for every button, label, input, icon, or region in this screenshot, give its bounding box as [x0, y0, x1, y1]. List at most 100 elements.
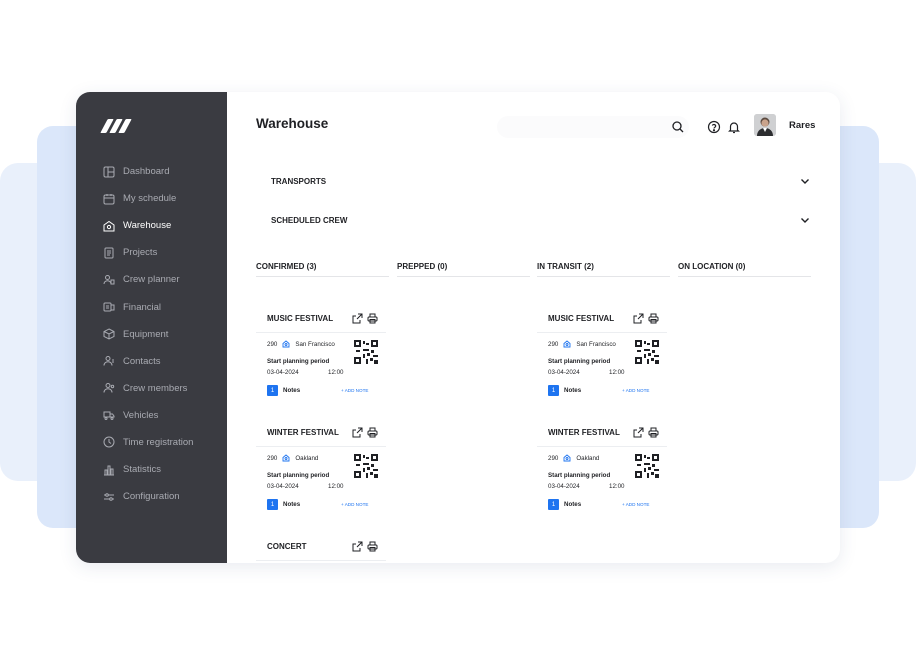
sidebar-item-vehicles[interactable]: Vehicles [76, 402, 227, 429]
card-number: 290 [548, 340, 559, 348]
notes-count-badge: 1 [548, 385, 559, 396]
project-card[interactable]: CONCERT [256, 532, 386, 561]
sidebar-item-dashboard[interactable]: Dashboard [76, 158, 227, 185]
notes-count-badge: 1 [548, 499, 559, 510]
sidebar-item-crew-planner[interactable]: Crew planner [76, 266, 227, 293]
column-header-confirmed: CONFIRMED (3) [256, 262, 389, 277]
planning-time: 12:00 [609, 369, 625, 376]
search-input[interactable] [497, 116, 689, 138]
logo [100, 119, 132, 133]
main-content: Warehouse Rares TRANSPORTS SCHEDULED CRE… [227, 92, 840, 563]
section-title: TRANSPORTS [271, 176, 327, 186]
sidebar-item-crew-members[interactable]: Crew members [76, 375, 227, 402]
sidebar-item-label: Vehicles [123, 409, 159, 421]
sidebar-item-equipment[interactable]: Equipment [76, 321, 227, 348]
transports-section[interactable]: TRANSPORTS [271, 171, 811, 191]
sidebar-item-label: Contacts [123, 355, 161, 367]
qr-code-icon[interactable] [354, 454, 378, 478]
add-note-button[interactable]: + ADD NOTE [341, 502, 368, 507]
notes-label: Notes [564, 501, 582, 508]
sidebar-item-label: My schedule [123, 193, 177, 205]
sidebar-item-label: Dashboard [123, 166, 170, 178]
card-title: MUSIC FESTIVAL [267, 313, 334, 323]
print-icon[interactable] [648, 313, 659, 324]
sidebar-item-label: Equipment [123, 328, 169, 340]
project-card[interactable]: WINTER FESTIVAL 290 Oakland Start planni… [256, 418, 386, 527]
sidebar-item-financial[interactable]: Financial [76, 293, 227, 320]
project-card[interactable]: MUSIC FESTIVAL 290 San Francisco Start p… [256, 304, 386, 413]
planning-date: 03-04-2024 [548, 369, 580, 376]
calendar-icon [103, 193, 115, 205]
project-card[interactable]: MUSIC FESTIVAL 290 San Francisco Start p… [537, 304, 667, 413]
planning-date: 03-04-2024 [267, 483, 299, 490]
notes-count-badge: 1 [267, 385, 278, 396]
document-icon [104, 247, 114, 259]
open-external-icon[interactable] [352, 313, 363, 324]
sidebar-item-label: Projects [123, 247, 158, 259]
app-window: Dashboard My schedule Warehouse Projects… [76, 92, 840, 563]
qr-code-icon[interactable] [354, 340, 378, 364]
box-icon [103, 328, 115, 340]
qr-code-icon[interactable] [635, 454, 659, 478]
open-external-icon[interactable] [352, 541, 363, 552]
project-card[interactable]: WINTER FESTIVAL 290 Oakland Start planni… [537, 418, 667, 527]
print-icon[interactable] [367, 313, 378, 324]
bell-icon[interactable] [727, 120, 741, 134]
sidebar: Dashboard My schedule Warehouse Projects… [76, 92, 227, 563]
truck-icon [103, 411, 115, 421]
search-icon[interactable] [671, 120, 685, 134]
scheduled-crew-section[interactable]: SCHEDULED CREW [271, 210, 811, 230]
chevron-down-icon[interactable] [799, 214, 811, 226]
chevron-down-icon[interactable] [799, 175, 811, 187]
page-title: Warehouse [256, 116, 329, 131]
card-header: CONCERT [256, 532, 386, 561]
open-external-icon[interactable] [352, 427, 363, 438]
add-note-button[interactable]: + ADD NOTE [622, 388, 649, 393]
card-title: WINTER FESTIVAL [548, 427, 620, 437]
avatar[interactable] [754, 114, 776, 136]
planning-time: 12:00 [609, 483, 625, 490]
print-icon[interactable] [367, 427, 378, 438]
card-location: Oakland [295, 454, 319, 462]
planning-label: Start planning period [548, 472, 611, 479]
help-icon[interactable] [707, 120, 721, 134]
planning-label: Start planning period [267, 358, 330, 365]
card-location: San Francisco [295, 340, 335, 348]
sidebar-item-warehouse[interactable]: Warehouse [76, 212, 227, 239]
sidebar-item-projects[interactable]: Projects [76, 239, 227, 266]
print-icon[interactable] [367, 541, 378, 552]
sidebar-item-my-schedule[interactable]: My schedule [76, 185, 227, 212]
planning-time: 12:00 [328, 369, 344, 376]
open-external-icon[interactable] [633, 427, 644, 438]
sidebar-item-label: Time registration [123, 436, 194, 448]
sidebar-item-time-registration[interactable]: Time registration [76, 429, 227, 456]
section-title: SCHEDULED CREW [271, 215, 348, 225]
notes-label: Notes [283, 501, 301, 508]
add-note-button[interactable]: + ADD NOTE [622, 502, 649, 507]
money-icon [103, 302, 115, 312]
warehouse-icon [103, 220, 115, 232]
card-location: Oakland [576, 454, 600, 462]
notes-label: Notes [283, 387, 301, 394]
card-header: WINTER FESTIVAL [537, 418, 667, 447]
sidebar-item-configuration[interactable]: Configuration [76, 483, 227, 510]
planning-time: 12:00 [328, 483, 344, 490]
notes-label: Notes [564, 387, 582, 394]
sidebar-item-label: Warehouse [123, 220, 172, 232]
open-external-icon[interactable] [633, 313, 644, 324]
clock-icon [103, 436, 115, 448]
sidebar-item-contacts[interactable]: Contacts [76, 348, 227, 375]
crew-members-icon [103, 383, 115, 393]
sidebar-item-statistics[interactable]: Statistics [76, 456, 227, 483]
print-icon[interactable] [648, 427, 659, 438]
add-note-button[interactable]: + ADD NOTE [341, 388, 368, 393]
crew-planner-icon [103, 274, 115, 285]
column-header-prepped: PREPPED (0) [397, 262, 530, 277]
qr-code-icon[interactable] [635, 340, 659, 364]
planning-date: 03-04-2024 [548, 483, 580, 490]
card-location: San Francisco [576, 340, 616, 348]
location-icon [282, 454, 290, 462]
user-name: Rares [789, 120, 816, 131]
sidebar-item-label: Statistics [123, 464, 162, 476]
card-title: CONCERT [267, 541, 307, 551]
